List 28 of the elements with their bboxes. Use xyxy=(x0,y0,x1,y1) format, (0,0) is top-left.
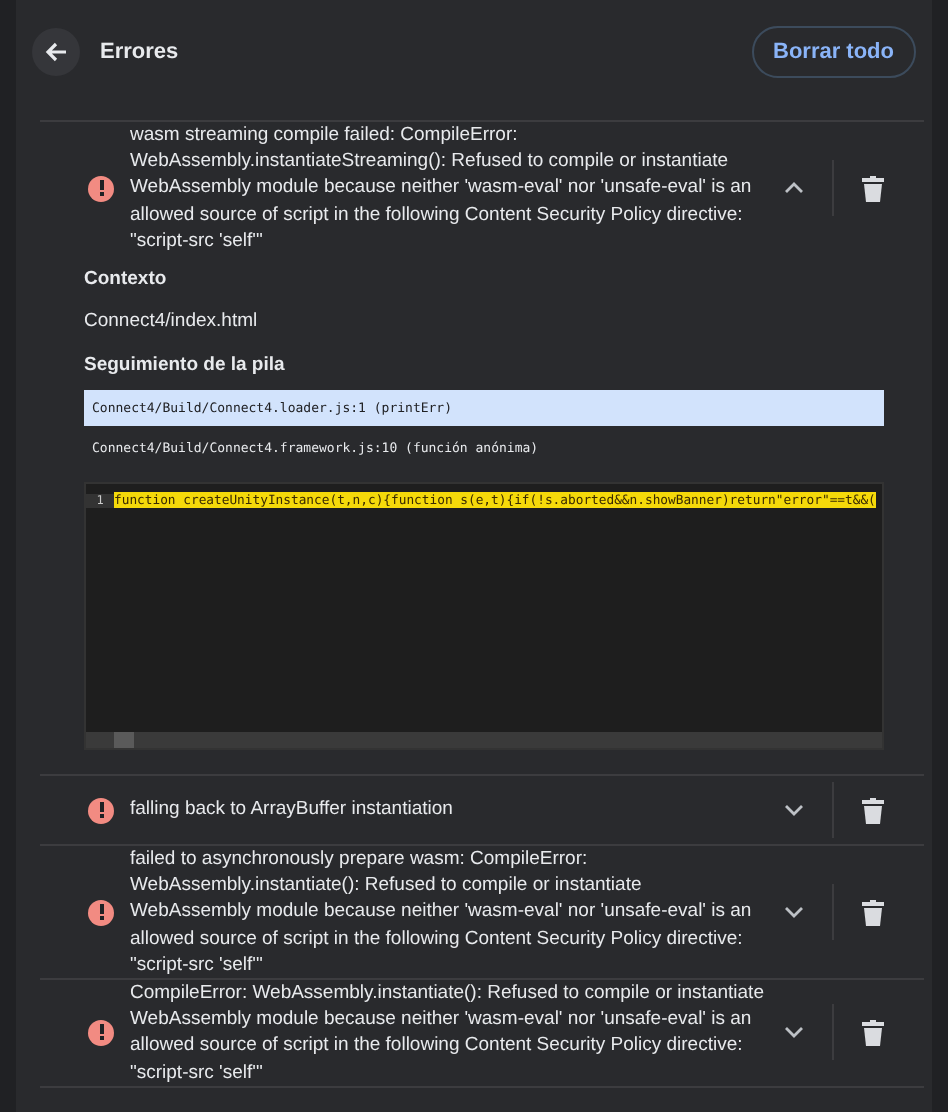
scrollbar[interactable] xyxy=(86,732,882,749)
error-message: CompileError: WebAssembly.instantiate(): Refused to compile or instantiate WebAssembly module because neither 'wasm-eval' nor 'unsafe-eval' is an allowed source of script in the following Content Security Policy directive: "script-src 'self'" xyxy=(130,980,766,1086)
trash-icon xyxy=(862,797,884,824)
context-text: Connect4/index.html xyxy=(84,310,260,333)
section-heading: Contexto xyxy=(84,268,169,291)
trash-icon xyxy=(862,175,884,201)
chevron-down-icon xyxy=(784,1026,804,1039)
error-message: failed to asynchronously prepare wasm: CompileError: WebAssembly.instantiate(): Refused to compile or instantiate WebAssembly module because neither 'wasm-eval' nor 'unsafe-eval' is an allowed source of script in the following Content Security Policy directive: "script-src 'self'" xyxy=(130,846,754,979)
back-button[interactable] xyxy=(32,28,80,76)
error-icon xyxy=(88,1019,114,1046)
error-icon xyxy=(88,899,114,926)
section-heading: Seguimiento de la pila xyxy=(84,354,287,377)
delete-button[interactable] xyxy=(862,797,884,824)
chevron-up-icon xyxy=(784,182,804,194)
error-message: falling back to ArrayBuffer instantiation xyxy=(130,796,455,824)
error-message: wasm streaming compile failed: CompileError: WebAssembly.instantiateStreaming(): Refused to compile or instantiate WebAssembly module because neither 'wasm-eval' nor 'unsafe-eval' is an allowed source of script in the following Content Security Policy directive: "script-src 'self'" xyxy=(130,122,754,255)
chevron-down-icon xyxy=(784,804,804,817)
clear-all-button[interactable]: Borrar todo xyxy=(751,26,916,78)
back-arrow-icon xyxy=(44,40,68,64)
trash-icon xyxy=(862,1019,884,1046)
delete-button[interactable] xyxy=(862,1019,884,1046)
delete-button[interactable] xyxy=(862,175,884,201)
chevron-down-icon xyxy=(784,906,804,919)
error-icon xyxy=(88,175,114,201)
page-title: Errores xyxy=(100,40,181,64)
trash-icon xyxy=(862,899,884,926)
error-icon xyxy=(88,797,114,824)
delete-button[interactable] xyxy=(862,899,884,926)
